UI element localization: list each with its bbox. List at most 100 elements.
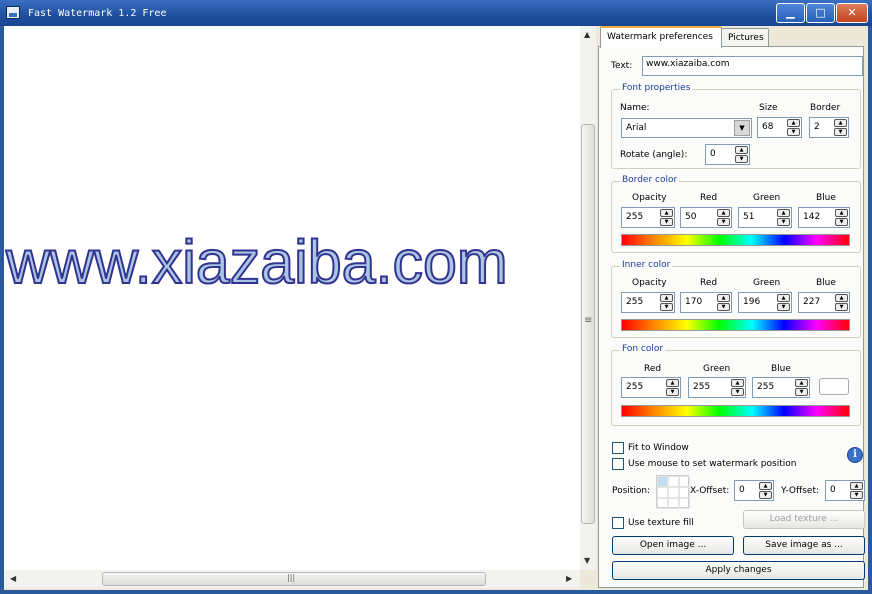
inner-color-spectrum[interactable]	[621, 319, 850, 331]
spin-up-icon[interactable]: ▲	[850, 482, 863, 490]
spin-up-icon[interactable]: ▲	[731, 379, 744, 387]
spin-up-icon[interactable]: ▲	[787, 119, 800, 127]
chevron-down-icon[interactable]: ▼	[734, 120, 750, 136]
spin-up-icon[interactable]: ▲	[717, 294, 730, 302]
spin-up-icon[interactable]: ▲	[660, 209, 673, 217]
use-texture-checkbox[interactable]	[612, 517, 624, 529]
info-icon[interactable]: i	[847, 447, 863, 463]
scroll-left-icon[interactable]: ◀	[10, 574, 16, 583]
inner-green-stepper[interactable]: 196 ▲ ▼	[738, 292, 792, 313]
position-cell[interactable]	[668, 498, 679, 509]
scroll-down-icon[interactable]: ▼	[584, 556, 590, 565]
fon-green-value: 255	[693, 382, 711, 392]
title-bar: Fast Watermark 1.2 Free ▁ □ ✕	[0, 0, 872, 26]
spin-up-icon[interactable]: ▲	[777, 294, 790, 302]
horizontal-scroll-thumb[interactable]	[102, 572, 486, 586]
font-size-stepper[interactable]: 68 ▲ ▼	[757, 117, 802, 138]
spin-down-icon[interactable]: ▼	[717, 218, 730, 226]
apply-changes-button[interactable]: Apply changes	[612, 561, 865, 580]
tab-watermark-preferences[interactable]: Watermark preferences	[600, 26, 722, 48]
spin-down-icon[interactable]: ▼	[777, 218, 790, 226]
fon-green-label: Green	[703, 364, 731, 374]
fon-blue-value: 255	[757, 382, 775, 392]
fon-green-stepper[interactable]: 255 ▲ ▼	[688, 377, 746, 398]
spin-up-icon[interactable]: ▲	[777, 209, 790, 217]
border-blue-label: Blue	[816, 193, 836, 203]
spin-down-icon[interactable]: ▼	[777, 303, 790, 311]
open-image-button[interactable]: Open image ...	[612, 536, 734, 555]
maximize-button[interactable]: □	[806, 3, 835, 23]
border-color-group: Border color Opacity Red Green Blue 255 ▲…	[611, 175, 861, 253]
spin-up-icon[interactable]: ▲	[835, 294, 848, 302]
fon-red-value: 255	[626, 382, 644, 392]
position-cell[interactable]	[679, 476, 690, 487]
inner-color-group: Inner color Opacity Red Green Blue 255 ▲ ▼…	[611, 260, 861, 338]
border-red-stepper[interactable]: 50 ▲ ▼	[680, 207, 732, 228]
position-cell[interactable]	[657, 487, 668, 498]
fon-color-spectrum[interactable]	[621, 405, 850, 417]
font-name-value: Arial	[626, 123, 647, 133]
position-cell[interactable]	[657, 498, 668, 509]
fon-blue-stepper[interactable]: 255 ▲ ▼	[752, 377, 810, 398]
scroll-right-icon[interactable]: ▶	[566, 574, 572, 583]
font-name-select[interactable]: Arial ▼	[621, 118, 752, 138]
preview-canvas[interactable]: www.xiazaiba.com	[4, 26, 580, 570]
font-border-stepper[interactable]: 2 ▲ ▼	[809, 117, 849, 138]
spin-up-icon[interactable]: ▲	[834, 119, 847, 127]
spin-down-icon[interactable]: ▼	[795, 388, 808, 396]
position-cell-top-left[interactable]	[657, 476, 668, 487]
border-opacity-value: 255	[626, 212, 644, 222]
minimize-button[interactable]: ▁	[776, 3, 805, 23]
spin-down-icon[interactable]: ▼	[717, 303, 730, 311]
x-offset-stepper[interactable]: 0 ▲ ▼	[734, 480, 774, 501]
spin-down-icon[interactable]: ▼	[850, 491, 863, 499]
fon-color-swatch[interactable]	[819, 378, 849, 395]
position-cell[interactable]	[679, 487, 690, 498]
spin-down-icon[interactable]: ▼	[731, 388, 744, 396]
scroll-up-icon[interactable]: ▲	[584, 30, 590, 39]
inner-opacity-stepper[interactable]: 255 ▲ ▼	[621, 292, 675, 313]
spin-down-icon[interactable]: ▼	[660, 303, 673, 311]
spin-down-icon[interactable]: ▼	[660, 218, 673, 226]
spin-down-icon[interactable]: ▼	[834, 128, 847, 136]
position-cell[interactable]	[668, 487, 679, 498]
font-border-label: Border	[810, 103, 841, 113]
rotate-angle-stepper[interactable]: 0 ▲ ▼	[705, 144, 750, 165]
horizontal-scrollbar[interactable]: ◀ ▶	[4, 570, 580, 588]
vertical-scroll-thumb[interactable]	[581, 124, 595, 524]
inner-red-stepper[interactable]: 170 ▲ ▼	[680, 292, 732, 313]
vertical-scrollbar[interactable]: ▲ ▼	[580, 26, 596, 570]
inner-red-value: 170	[685, 297, 703, 307]
spin-down-icon[interactable]: ▼	[666, 388, 679, 396]
y-offset-stepper[interactable]: 0 ▲ ▼	[825, 480, 865, 501]
spin-up-icon[interactable]: ▲	[759, 482, 772, 490]
spin-down-icon[interactable]: ▼	[835, 303, 848, 311]
spin-down-icon[interactable]: ▼	[835, 218, 848, 226]
inner-blue-stepper[interactable]: 227 ▲ ▼	[798, 292, 850, 313]
spin-up-icon[interactable]: ▲	[717, 209, 730, 217]
fon-red-stepper[interactable]: 255 ▲ ▼	[621, 377, 681, 398]
tab-pictures[interactable]: Pictures	[721, 28, 769, 48]
fit-to-window-checkbox[interactable]	[612, 442, 624, 454]
position-cell[interactable]	[679, 498, 690, 509]
border-blue-stepper[interactable]: 142 ▲ ▼	[798, 207, 850, 228]
close-button[interactable]: ✕	[836, 3, 868, 23]
inner-green-label: Green	[753, 278, 781, 288]
border-opacity-stepper[interactable]: 255 ▲ ▼	[621, 207, 675, 228]
spin-down-icon[interactable]: ▼	[735, 155, 748, 163]
use-mouse-checkbox[interactable]	[612, 458, 624, 470]
spin-up-icon[interactable]: ▲	[835, 209, 848, 217]
position-cell[interactable]	[668, 476, 679, 487]
spin-up-icon[interactable]: ▲	[735, 146, 748, 154]
border-color-spectrum[interactable]	[621, 234, 850, 246]
spin-down-icon[interactable]: ▼	[759, 491, 772, 499]
spin-up-icon[interactable]: ▲	[795, 379, 808, 387]
position-grid[interactable]	[656, 475, 690, 509]
load-texture-button[interactable]: Load texture ...	[743, 510, 865, 529]
spin-up-icon[interactable]: ▲	[666, 379, 679, 387]
save-image-button[interactable]: Save image as ...	[743, 536, 865, 555]
spin-up-icon[interactable]: ▲	[660, 294, 673, 302]
watermark-text-input[interactable]: www.xiazaiba.com	[642, 56, 863, 76]
spin-down-icon[interactable]: ▼	[787, 128, 800, 136]
border-green-stepper[interactable]: 51 ▲ ▼	[738, 207, 792, 228]
